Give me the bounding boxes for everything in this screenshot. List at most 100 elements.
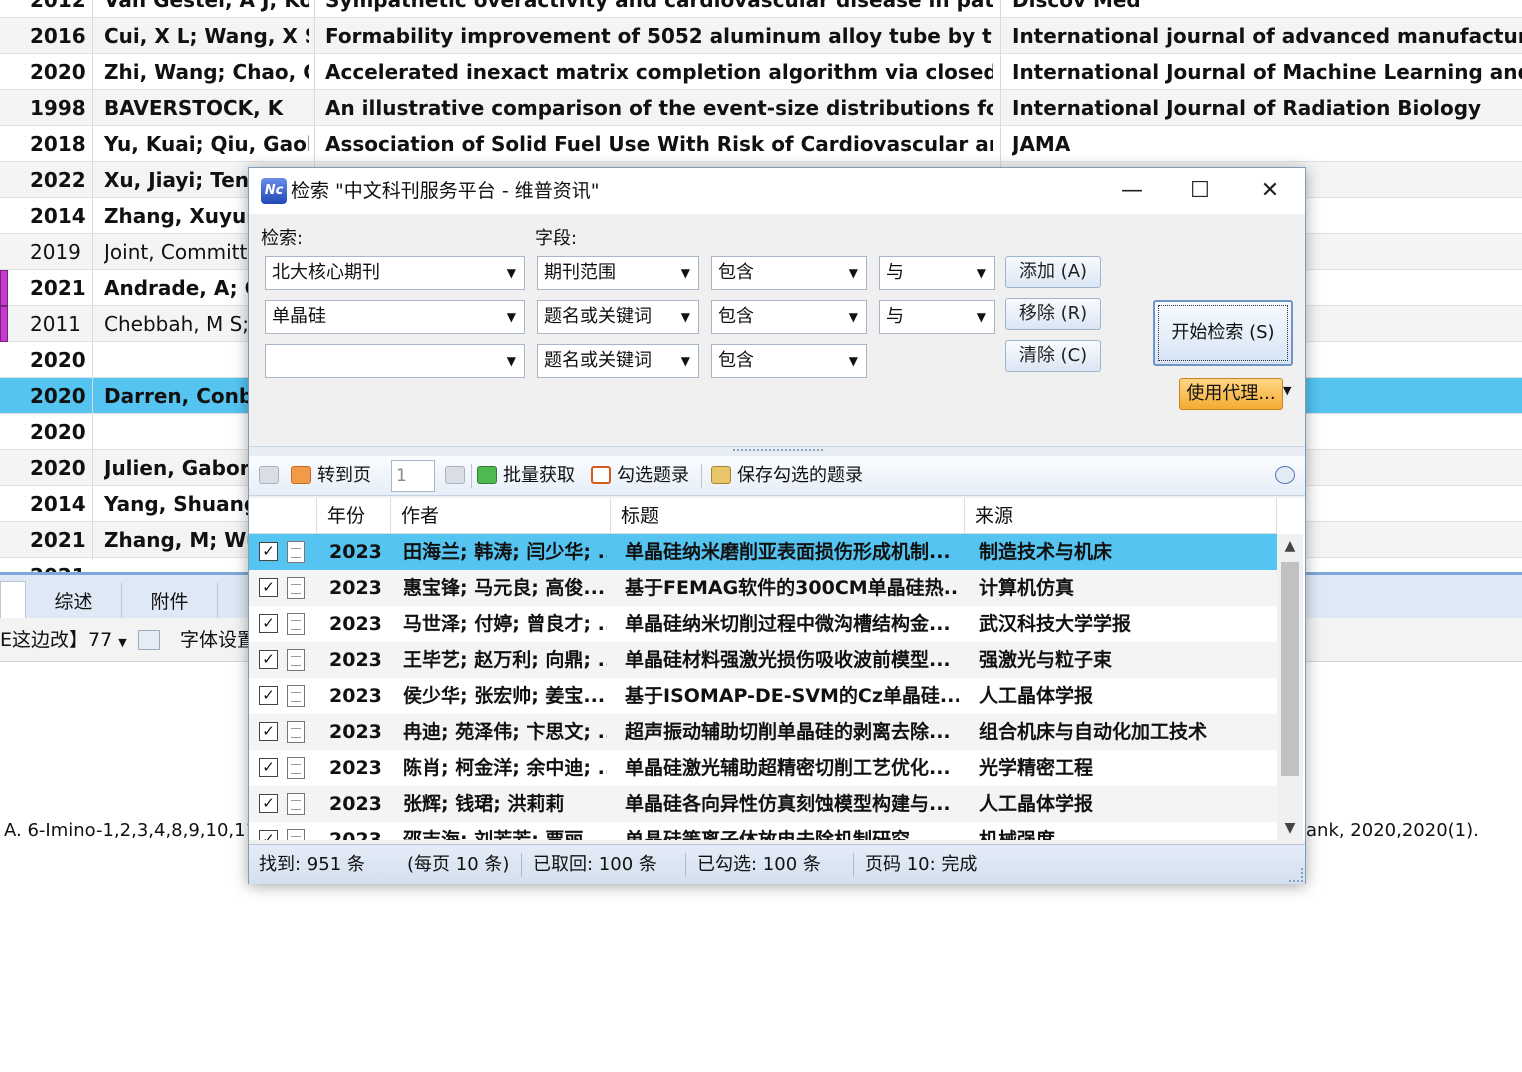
tab-attachments[interactable]: 附件: [122, 583, 218, 621]
next-page-icon[interactable]: [445, 456, 471, 496]
remove-button[interactable]: 移除 (R): [1005, 298, 1101, 330]
minimize-button[interactable]: —: [1097, 168, 1167, 214]
row-checkbox[interactable]: ✓: [259, 614, 278, 633]
result-title: 单晶硅纳米切削过程中微沟槽结构金...: [625, 613, 951, 635]
result-year: 2023: [329, 721, 382, 743]
reference-year: 2018: [30, 132, 86, 156]
add-button[interactable]: 添加 (A): [1005, 256, 1101, 288]
settings-icon[interactable]: [138, 630, 160, 650]
scope-input-3[interactable]: ▼: [265, 344, 525, 378]
reference-source: Discov Med: [1012, 0, 1141, 12]
maximize-button[interactable]: ☐: [1165, 168, 1235, 214]
result-source: 光学精密工程: [979, 757, 1094, 779]
grid-scrollbar[interactable]: ▲ ▼: [1277, 534, 1303, 840]
logic-select-2[interactable]: 与 ▼: [879, 300, 995, 334]
operator-select-2[interactable]: 包含 ▼: [711, 300, 867, 334]
reference-row[interactable]: 2018 Yu, Kuai; Qiu, Gaoku Association of S…: [0, 126, 1522, 162]
close-button[interactable]: ✕: [1235, 168, 1305, 214]
reference-row[interactable]: 2012 Van Gestel, A J; Kohl Sympathetic ove…: [0, 0, 1522, 18]
reference-row[interactable]: 2016 Cui, X L; Wang, X S; Formability impr…: [0, 18, 1522, 54]
search-label: 检索:: [261, 228, 304, 249]
logic-select-1[interactable]: 与 ▼: [879, 256, 995, 290]
batch-fetch-icon: [477, 466, 497, 484]
result-row[interactable]: ✓ 2023 侯少华; 张宏帅; 姜宝... 基于ISOMAP-DE-SVM的Cz单晶…: [249, 678, 1277, 714]
operator-select-3[interactable]: 包含 ▼: [711, 344, 867, 378]
save-checked-button[interactable]: 保存勾选的题录: [711, 456, 863, 496]
row-checkbox[interactable]: ✓: [259, 578, 278, 597]
reference-row[interactable]: 1998 BAVERSTOCK, K An illustrative compari…: [0, 90, 1522, 126]
result-row[interactable]: ✓ 2023 马世泽; 付婷; 曾良才; ... 单晶硅纳米切削过程中微沟槽结构金..…: [249, 606, 1277, 642]
tab-review[interactable]: 综述: [26, 583, 122, 621]
result-row[interactable]: ✓ 2023 王毕艺; 赵万利; 向鼎; ... 单晶硅材料强激光损伤吸收波前模型..…: [249, 642, 1277, 678]
document-icon: [287, 685, 305, 707]
clear-button[interactable]: 清除 (C): [1005, 340, 1101, 372]
chevron-down-icon: ▼: [118, 636, 127, 649]
scope-select-1[interactable]: 北大核心期刊 ▼: [265, 256, 525, 290]
resize-grip[interactable]: [1289, 868, 1303, 882]
prev-page-icon[interactable]: [259, 456, 285, 496]
result-row[interactable]: ✓ 2023 田海兰; 韩涛; 闫少华; ... 单晶硅纳米磨削亚表面损伤形成机制..…: [249, 534, 1277, 570]
check-records-button[interactable]: 勾选题录: [591, 456, 689, 496]
row-checkbox[interactable]: ✓: [259, 794, 278, 813]
result-authors: 王毕艺; 赵万利; 向鼎; ...: [403, 649, 607, 671]
result-row[interactable]: ✓ 2023 陈肖; 柯金洋; 余中迪; ... 单晶硅激光辅助超精密切削工艺优化..…: [249, 750, 1277, 786]
page-number-input[interactable]: 1: [391, 460, 435, 492]
batch-fetch-button[interactable]: 批量获取: [477, 456, 575, 496]
tab-blank[interactable]: [0, 581, 26, 619]
result-row[interactable]: ✓ 2023 冉迪; 苑泽伟; 卞思文; ... 超声振动辅助切削单晶硅的剥离去除..…: [249, 714, 1277, 750]
operator-value-3: 包含: [718, 350, 754, 371]
header-source[interactable]: 来源: [965, 498, 1277, 534]
scrollbar-thumb[interactable]: [1281, 562, 1299, 776]
search-settings-icon[interactable]: [1275, 456, 1301, 496]
header-year[interactable]: 年份: [317, 498, 391, 534]
goto-page-button[interactable]: 转到页: [291, 456, 371, 496]
result-authors: 田海兰; 韩涛; 闫少华; ...: [403, 541, 607, 563]
scope-value-2: 单晶硅: [272, 306, 326, 327]
column-divider: [92, 0, 93, 560]
toolbar-separator: [471, 464, 472, 488]
row-checkbox[interactable]: ✓: [259, 650, 278, 669]
result-row[interactable]: ✓ 2023 邵吉海; 刘芳芳; 贾丽 单晶硅等离子体放电去除机制研究 机械强度: [249, 822, 1277, 840]
style-combo[interactable]: E这边改】77 ▼: [0, 618, 127, 665]
scroll-down-icon[interactable]: ▼: [1277, 816, 1303, 840]
result-authors: 冉迪; 苑泽伟; 卞思文; ...: [403, 721, 607, 743]
result-year: 2023: [329, 829, 382, 840]
row-checkbox[interactable]: ✓: [259, 722, 278, 741]
field-select-3[interactable]: 题名或关键词 ▼: [537, 344, 699, 378]
field-value-1: 期刊范围: [544, 262, 616, 283]
reference-row[interactable]: 2020 Zhi, Wang; Chao, Ga Accelerated inexa…: [0, 54, 1522, 90]
row-checkbox[interactable]: ✓: [259, 758, 278, 777]
status-page: 页码 10: 完成: [865, 854, 978, 875]
operator-select-1[interactable]: 包含 ▼: [711, 256, 867, 290]
reference-year: 2020: [30, 348, 86, 372]
dialog-titlebar[interactable]: Nc 检索 "中文科刊服务平台 - 维普资讯" — ☐ ✕: [249, 168, 1305, 214]
header-title[interactable]: 标题: [611, 498, 965, 534]
reference-year: 2019: [30, 240, 81, 264]
result-row[interactable]: ✓ 2023 张辉; 钱珺; 洪莉莉 单晶硅各向异性仿真刻蚀模型构建与... 人工晶体学…: [249, 786, 1277, 822]
field-select-1[interactable]: 期刊范围 ▼: [537, 256, 699, 290]
use-proxy-button[interactable]: 使用代理...: [1179, 378, 1283, 410]
status-found: 找到: 951 条: [259, 854, 365, 875]
row-checkbox[interactable]: ✓: [259, 542, 278, 561]
header-authors[interactable]: 作者: [391, 498, 611, 534]
scroll-up-icon[interactable]: ▲: [1277, 534, 1303, 558]
reference-author: BAVERSTOCK, K: [104, 96, 284, 120]
font-settings-button[interactable]: 字体设置: [180, 618, 256, 662]
chevron-down-icon[interactable]: ▼: [1283, 384, 1291, 397]
reference-title: Formability improvement of 5052 aluminum…: [325, 24, 993, 48]
start-search-button[interactable]: 开始检索 (S): [1153, 300, 1293, 366]
result-row[interactable]: ✓ 2023 惠宝锋; 马元良; 高俊... 基于FEMAG软件的300CM单晶硅热.…: [249, 570, 1277, 606]
document-icon: [287, 757, 305, 779]
row-checkbox[interactable]: ✓: [259, 830, 278, 840]
reference-source: JAMA: [1012, 132, 1071, 156]
scope-input-2[interactable]: 单晶硅 ▼: [265, 300, 525, 334]
field-select-2[interactable]: 题名或关键词 ▼: [537, 300, 699, 334]
save-icon: [711, 466, 731, 484]
row-checkbox[interactable]: ✓: [259, 686, 278, 705]
panel-splitter[interactable]: [249, 446, 1305, 456]
result-authors: 马世泽; 付婷; 曾良才; ...: [403, 613, 607, 635]
result-source: 人工晶体学报: [979, 793, 1094, 815]
results-toolbar: 转到页 1 批量获取 勾选题录 保存勾选的题录: [249, 456, 1305, 496]
reference-year: 2021: [30, 528, 86, 552]
tag-marker-icon: [0, 270, 8, 306]
